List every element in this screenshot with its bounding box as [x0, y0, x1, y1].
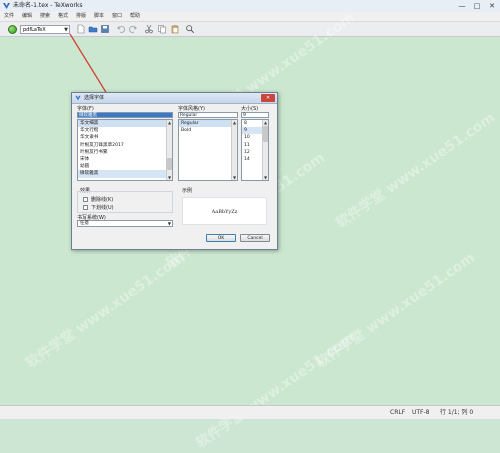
- dialog-title-bar: 选择字体 ✕: [72, 93, 277, 104]
- scroll-down-icon[interactable]: ▼: [263, 175, 268, 180]
- list-item[interactable]: 华文行楷: [78, 127, 172, 134]
- scroll-up-icon[interactable]: ▲: [167, 120, 172, 125]
- style-label: 字体风格(Y): [178, 106, 205, 112]
- style-list-scrollbar[interactable]: ▲ ▼: [231, 120, 237, 180]
- font-input-value: 微软雅黑: [79, 113, 97, 118]
- redo-icon[interactable]: [128, 24, 138, 34]
- list-item[interactable]: 叶根友行书繁: [78, 149, 172, 156]
- open-folder-icon[interactable]: [88, 24, 98, 34]
- writing-system-select[interactable]: 任意 ▼: [77, 220, 173, 227]
- line-ending-status[interactable]: CRLF: [390, 406, 405, 419]
- scroll-up-icon[interactable]: ▲: [263, 120, 268, 125]
- underline-checkbox[interactable]: [83, 205, 88, 210]
- scroll-down-icon[interactable]: ▼: [232, 175, 237, 180]
- list-item[interactable]: Regular: [179, 120, 237, 128]
- maximize-button[interactable]: □: [470, 1, 484, 11]
- list-item[interactable]: 叶根友刀锋黑草2017: [78, 142, 172, 149]
- engine-value: pdfLaTeX: [23, 27, 46, 33]
- window-title: 未命名-1.tex - TeXworks: [13, 2, 83, 9]
- menu-file[interactable]: 文件: [4, 12, 14, 21]
- font-list-scrollbar[interactable]: ▲ ▼: [166, 120, 172, 180]
- list-item[interactable]: 宋体: [78, 156, 172, 163]
- texworks-app-icon: [3, 3, 10, 9]
- scroll-down-icon[interactable]: ▼: [167, 175, 172, 180]
- underline-label: 下划线(U): [91, 205, 114, 211]
- font-list[interactable]: 华文细黑 华文行楷 华文隶书 叶根友刀锋黑草2017 叶根友行书繁 宋体 幼圆 …: [77, 119, 173, 181]
- toolbar: [0, 22, 500, 37]
- engine-select[interactable]: pdfLaTeX ▼: [20, 25, 70, 34]
- font-label: 字体(F): [77, 106, 94, 112]
- menu-format[interactable]: 格式: [58, 12, 68, 21]
- style-input[interactable]: Regular: [178, 112, 238, 118]
- menu-help[interactable]: 帮助: [130, 12, 140, 21]
- style-list[interactable]: Regular Bold ▲ ▼: [178, 119, 238, 181]
- close-window-button[interactable]: ✕: [485, 1, 499, 11]
- scroll-thumb[interactable]: [263, 126, 268, 142]
- sample-label: 示例: [182, 188, 193, 194]
- menu-bar: 文件 编辑 搜索 格式 排版 脚本 窗口 帮助: [0, 12, 500, 22]
- cancel-button[interactable]: Cancel: [240, 234, 270, 242]
- search-icon[interactable]: [185, 24, 195, 34]
- ok-button[interactable]: OK: [206, 234, 236, 242]
- list-item[interactable]: 幼圆: [78, 163, 172, 170]
- status-bar: CRLF UTF-8 行 1/1; 列 0: [0, 405, 500, 419]
- font-dialog: 选择字体 ✕ 字体(F) 字体风格(Y) 大小(S) 微软雅黑 Regular …: [71, 92, 278, 250]
- sample-text: AaBbYyZz: [211, 209, 238, 215]
- encoding-status[interactable]: UTF-8: [412, 406, 430, 419]
- strikeout-label: 删除线(K): [91, 197, 114, 203]
- undo-icon[interactable]: [116, 24, 126, 34]
- size-list-scrollbar[interactable]: ▲ ▼: [262, 120, 268, 180]
- scroll-thumb[interactable]: [167, 158, 172, 170]
- writing-system-value: 任意: [80, 221, 89, 226]
- list-item[interactable]: 华文细黑: [78, 120, 172, 128]
- menu-scripts[interactable]: 脚本: [94, 12, 104, 21]
- copy-icon[interactable]: [157, 24, 167, 34]
- menu-search[interactable]: 搜索: [40, 12, 50, 21]
- dialog-close-button[interactable]: ✕: [261, 94, 275, 102]
- save-icon[interactable]: [100, 24, 110, 34]
- list-item[interactable]: Bold: [179, 127, 237, 134]
- size-list[interactable]: 8 9 10 11 12 14 ▲ ▼: [241, 119, 269, 181]
- menu-window[interactable]: 窗口: [112, 12, 122, 21]
- menu-edit[interactable]: 编辑: [22, 12, 32, 21]
- cursor-position-status: 行 1/1; 列 0: [440, 409, 474, 416]
- minimize-button[interactable]: —: [455, 1, 469, 11]
- dialog-title: 选择字体: [84, 95, 105, 101]
- style-input-value: Regular: [180, 113, 198, 118]
- new-file-icon[interactable]: [76, 24, 86, 34]
- scroll-up-icon[interactable]: ▲: [232, 120, 237, 125]
- texworks-app-icon: [75, 95, 81, 101]
- cut-icon[interactable]: [144, 24, 154, 34]
- font-input[interactable]: 微软雅黑: [77, 112, 173, 118]
- chevron-down-icon: ▼: [167, 221, 171, 226]
- list-item[interactable]: 华文隶书: [78, 134, 172, 141]
- font-preview: AaBbYyZz: [182, 197, 267, 225]
- paste-icon[interactable]: [170, 24, 180, 34]
- size-label: 大小(S): [241, 106, 259, 112]
- size-input-value: 9: [243, 113, 246, 118]
- list-item[interactable]: 微软雅黑: [78, 170, 172, 178]
- chevron-down-icon: ▼: [64, 27, 68, 33]
- menu-typeset[interactable]: 排版: [76, 12, 86, 21]
- size-input[interactable]: 9: [241, 112, 269, 118]
- typeset-button[interactable]: [8, 25, 17, 34]
- strikeout-checkbox[interactable]: [83, 197, 88, 202]
